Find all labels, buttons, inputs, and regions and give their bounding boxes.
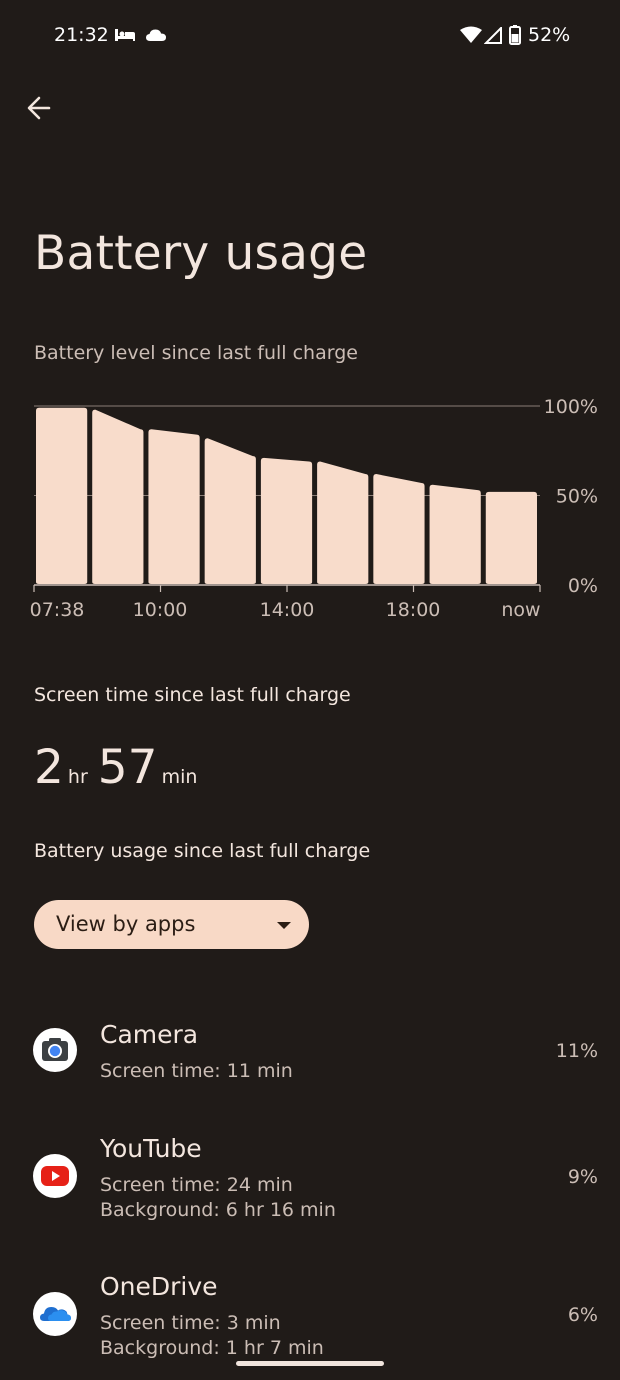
screen-time-hr-unit: hr: [67, 766, 88, 788]
screen-time-value: 2 hr 57 min: [34, 740, 207, 795]
app-row-onedrive[interactable]: OneDrive Screen time: 3 min Background: …: [0, 1272, 620, 1362]
signal-icon: [484, 27, 502, 44]
y-tick-label: 50%: [556, 486, 598, 508]
app-percent: 6%: [567, 1304, 598, 1326]
chart-bar: [92, 409, 144, 584]
chart-bar: [373, 474, 425, 584]
chart-bar: [485, 491, 537, 584]
chart-bar: [429, 484, 481, 584]
arrow-back-icon: [27, 96, 51, 120]
status-time: 21:32: [54, 24, 109, 46]
battery-usage-label: Battery usage since last full charge: [34, 840, 371, 862]
y-tick-label: 0%: [568, 575, 598, 597]
screen-time-min-unit: min: [161, 766, 198, 788]
app-background-time: Background: 6 hr 16 min: [100, 1199, 336, 1221]
battery-chart-svg: 100% 50% 0% 07:38 10:00 14:00 18:00 now: [30, 396, 598, 621]
chart-title: Battery level since last full charge: [34, 342, 358, 364]
app-screen-time: Screen time: 3 min: [100, 1312, 281, 1334]
camera-icon: [33, 1028, 77, 1072]
cloud-icon: [146, 29, 166, 41]
view-by-dropdown[interactable]: View by apps: [34, 900, 309, 949]
app-percent: 11%: [555, 1040, 598, 1062]
chart-bar: [204, 438, 256, 584]
app-screen-time: Screen time: 24 min: [100, 1174, 293, 1196]
app-percent: 9%: [567, 1166, 598, 1188]
app-row-camera[interactable]: Camera Screen time: 11 min 11%: [0, 1020, 620, 1090]
app-name: Camera: [100, 1020, 199, 1049]
x-tick-label: now: [501, 599, 540, 621]
battery-level-chart: 100% 50% 0% 07:38 10:00 14:00 18:00 now: [0, 390, 620, 630]
battery-icon: [509, 25, 521, 45]
x-tick-label: 07:38: [30, 599, 85, 621]
page-title: Battery usage: [34, 226, 368, 281]
app-screen-time: Screen time: 11 min: [100, 1060, 293, 1082]
back-button[interactable]: [22, 90, 58, 126]
app-name: YouTube: [100, 1134, 202, 1163]
app-name: OneDrive: [100, 1272, 218, 1301]
x-tick-label: 14:00: [260, 599, 315, 621]
chart-bar: [260, 457, 313, 584]
home-gesture-bar[interactable]: [236, 1361, 384, 1366]
youtube-icon: [33, 1154, 77, 1198]
x-tick-label: 10:00: [133, 599, 188, 621]
status-battery-percent: 52%: [528, 24, 571, 46]
screen-time-minutes: 57: [97, 740, 158, 795]
onedrive-icon: [33, 1292, 77, 1336]
chart-bar: [317, 461, 369, 584]
chart-bar: [36, 407, 88, 584]
app-background-time: Background: 1 hr 7 min: [100, 1337, 324, 1359]
view-by-dropdown-value: View by apps: [56, 912, 196, 936]
wifi-icon: [460, 26, 482, 43]
sleep-icon: [115, 29, 135, 41]
status-bar: 21:32 52%: [0, 0, 620, 70]
x-tick-label: 18:00: [386, 599, 441, 621]
screen-time-hours: 2: [34, 740, 64, 795]
app-row-youtube[interactable]: YouTube Screen time: 24 min Background: …: [0, 1134, 620, 1224]
dropdown-arrow-icon: [277, 922, 291, 929]
y-tick-label: 100%: [544, 396, 598, 418]
screen-time-label: Screen time since last full charge: [34, 684, 351, 706]
chart-bar: [148, 429, 200, 584]
